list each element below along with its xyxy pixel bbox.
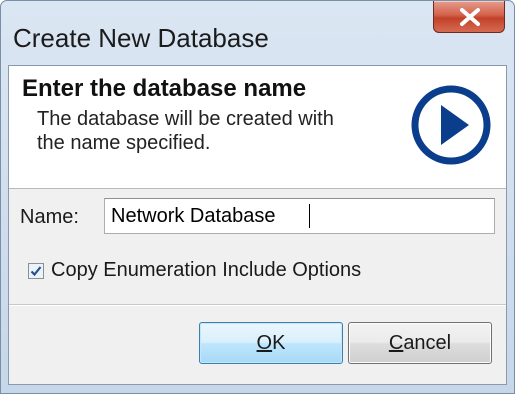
title-bar[interactable]: Create New Database xyxy=(1,1,514,65)
cancel-label-rest: ancel xyxy=(403,331,452,354)
close-button[interactable] xyxy=(433,1,505,33)
close-x-icon xyxy=(460,8,480,26)
cancel-button[interactable]: Cancel xyxy=(348,322,492,364)
header-subtitle-line1: The database will be created with xyxy=(37,108,334,130)
header-subtitle-line2: the name specified. xyxy=(37,132,211,154)
window-title: Create New Database xyxy=(13,23,269,53)
copy-enumeration-checkbox[interactable] xyxy=(28,263,44,279)
separator xyxy=(9,304,506,306)
header-title: Enter the database name xyxy=(22,75,307,102)
name-label: Name: xyxy=(20,206,79,228)
dialog-window: Create New Database Enter the database n… xyxy=(0,0,515,394)
name-input[interactable] xyxy=(104,198,495,234)
ok-label-rest: K xyxy=(272,331,286,354)
text-caret xyxy=(309,204,310,228)
cancel-mnemonic: C xyxy=(388,331,404,354)
ok-button[interactable]: OK xyxy=(199,322,343,364)
header-panel: Enter the database name The database wil… xyxy=(9,66,506,189)
ok-mnemonic: O xyxy=(256,331,273,354)
header-subtitle: The database will be created with the na… xyxy=(37,107,407,155)
copy-enumeration-label[interactable]: Copy Enumeration Include Options xyxy=(51,259,361,282)
dialog-body: Enter the database name The database wil… xyxy=(8,65,507,385)
play-circle-icon xyxy=(411,85,491,165)
checkmark-icon xyxy=(30,266,42,277)
